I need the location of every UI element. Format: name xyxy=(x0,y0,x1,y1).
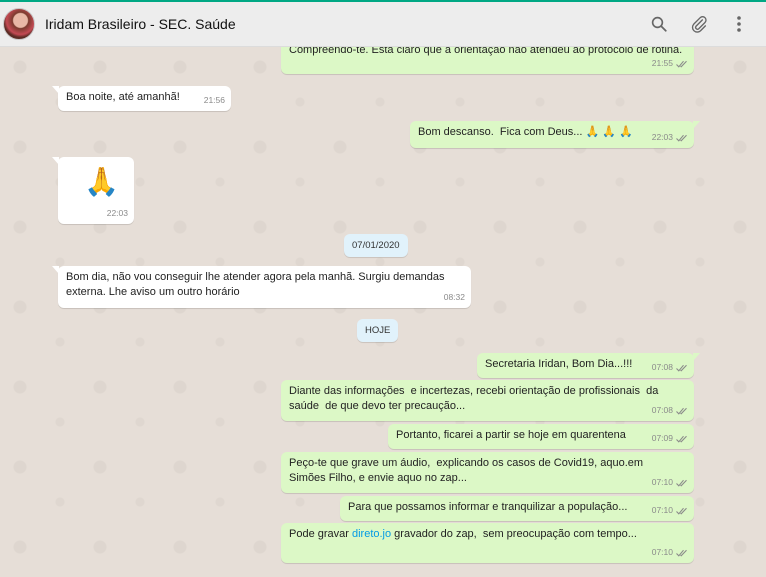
message-meta: 21:56 xyxy=(204,93,225,108)
praying-hands-emoji: 🙏 xyxy=(84,166,119,197)
message-meta: 07:10 xyxy=(652,475,688,490)
contact-avatar[interactable] xyxy=(3,8,35,40)
double-check-icon xyxy=(676,549,687,557)
message-time: 07:10 xyxy=(651,477,673,487)
message-outgoing[interactable]: Bom descanso. Fica com Deus... 🙏 🙏 🙏 22:… xyxy=(410,121,700,148)
message-time: 21:56 xyxy=(203,95,225,105)
message-text: Bom descanso. Fica com Deus... 🙏 🙏 🙏 xyxy=(418,126,633,138)
menu-icon[interactable] xyxy=(727,12,751,36)
date-chip: 07/01/2020 xyxy=(344,234,408,257)
message-time: 07:08 xyxy=(651,405,673,415)
message-text: Bom dia, não vou conseguir lhe atender a… xyxy=(66,271,448,298)
attach-icon[interactable] xyxy=(687,12,711,36)
message-outgoing[interactable]: Compreendo-te. Está claro que a orientaç… xyxy=(281,47,694,74)
message-meta: 07:10 xyxy=(652,503,688,518)
message-outgoing[interactable]: Portanto, ficarei a partir se hoje em qu… xyxy=(388,424,694,449)
message-meta: 22:03 xyxy=(107,206,128,221)
message-outgoing[interactable]: Secretaria Iridan, Bom Dia...!!! 07:08 xyxy=(477,353,700,378)
contact-name[interactable]: Iridam Brasileiro - SEC. Saúde xyxy=(45,16,236,32)
message-incoming-emoji[interactable]: 🙏 22:03 xyxy=(52,157,134,224)
message-incoming[interactable]: Bom dia, não vou conseguir lhe atender a… xyxy=(52,266,471,308)
message-time: 21:55 xyxy=(651,58,673,68)
message-link[interactable]: direto.jo xyxy=(352,528,391,540)
message-incoming[interactable]: Boa noite, até amanhã! 21:56 xyxy=(52,86,231,111)
double-check-icon xyxy=(676,479,687,487)
message-outgoing[interactable]: Peço-te que grave um áudio, explicando o… xyxy=(281,452,694,493)
message-text: Boa noite, até amanhã! xyxy=(66,91,180,103)
message-time: 07:09 xyxy=(651,433,673,443)
message-time: 07:10 xyxy=(651,505,673,515)
message-time: 07:10 xyxy=(651,547,673,557)
message-time: 07:08 xyxy=(651,362,673,372)
message-time: 22:03 xyxy=(651,132,673,142)
search-icon[interactable] xyxy=(647,12,671,36)
message-time: 08:32 xyxy=(443,292,465,302)
message-text: Peço-te que grave um áudio, explicando o… xyxy=(289,457,647,484)
message-text: Para que possamos informar e tranquiliza… xyxy=(348,501,628,513)
praying-hands-emoji: 🙏 🙏 🙏 xyxy=(585,126,633,138)
double-check-icon xyxy=(676,134,687,142)
message-meta: 21:55 xyxy=(652,56,688,71)
chat-header: Iridam Brasileiro - SEC. Saúde xyxy=(0,2,766,47)
message-text: Compreendo-te. Está claro que a orientaç… xyxy=(289,47,683,56)
message-text: Diante das informações e incertezas, rec… xyxy=(289,385,662,412)
double-check-icon xyxy=(676,407,687,415)
message-time: 22:03 xyxy=(106,208,128,218)
double-check-icon xyxy=(676,507,687,515)
message-meta: 07:09 xyxy=(652,431,688,446)
message-meta: 07:10 xyxy=(652,545,688,560)
double-check-icon xyxy=(676,364,687,372)
double-check-icon xyxy=(676,60,687,68)
double-check-icon xyxy=(676,435,687,443)
chat-panel[interactable]: Compreendo-te. Está claro que a orientaç… xyxy=(0,47,766,577)
message-text: Portanto, ficarei a partir se hoje em qu… xyxy=(396,429,626,441)
message-outgoing[interactable]: Pode gravar direto.jo gravador do zap, s… xyxy=(281,523,694,563)
message-outgoing[interactable]: Para que possamos informar e tranquiliza… xyxy=(340,496,694,521)
message-meta: 07:08 xyxy=(652,360,688,375)
message-meta: 08:32 xyxy=(444,290,465,305)
message-meta: 22:03 xyxy=(652,130,688,145)
date-chip-today: HOJE xyxy=(357,319,399,342)
message-outgoing[interactable]: Diante das informações e incertezas, rec… xyxy=(281,380,694,421)
message-meta: 07:08 xyxy=(652,403,688,418)
message-text: Pode gravar direto.jo gravador do zap, s… xyxy=(289,528,637,540)
